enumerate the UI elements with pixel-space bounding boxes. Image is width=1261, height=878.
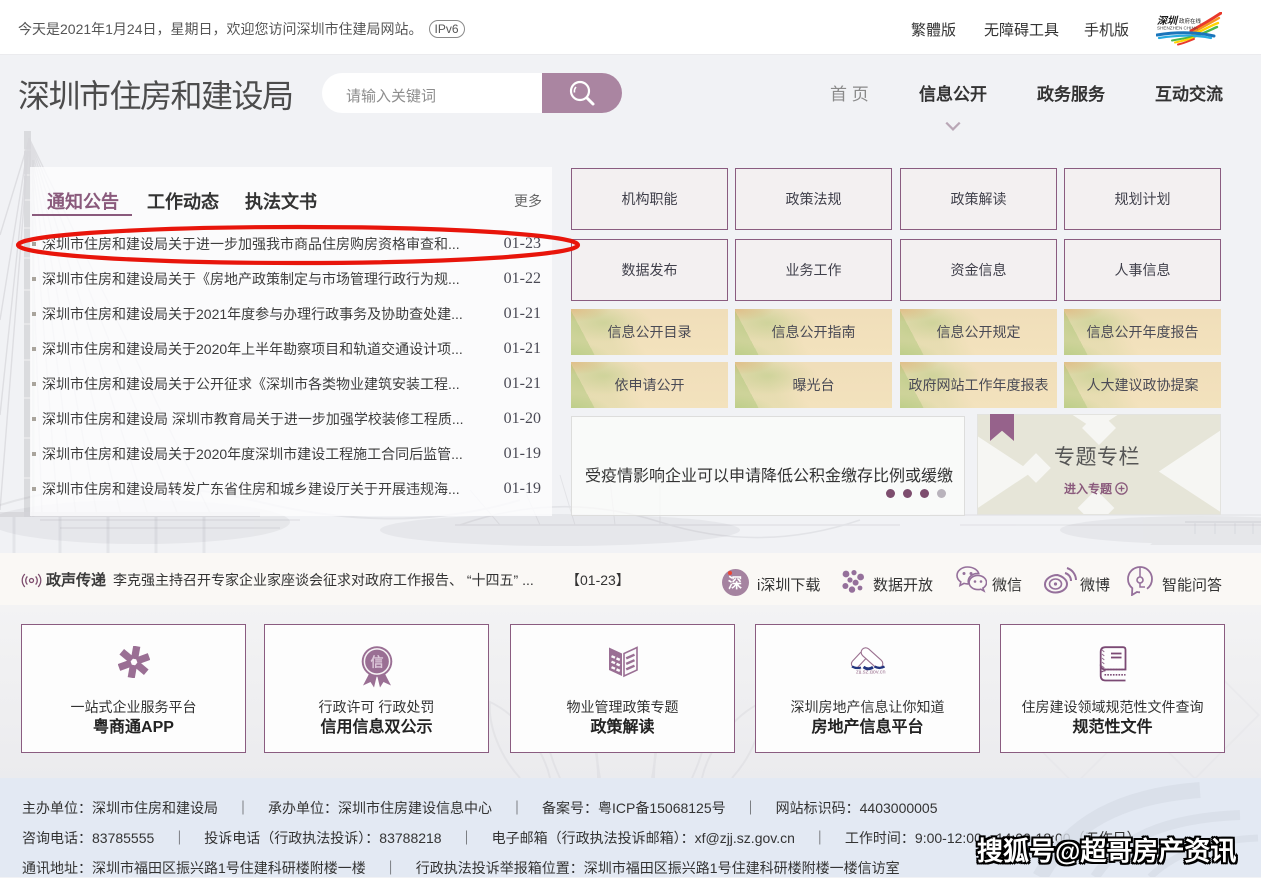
svg-text:SHENZHEN CHINA: SHENZHEN CHINA <box>1157 26 1199 31</box>
svg-text:zjj.sz.gov.cn: zjj.sz.gov.cn <box>856 670 886 675</box>
svg-text:深: 深 <box>728 575 742 591</box>
svg-text:信: 信 <box>370 655 383 670</box>
svg-text:政府在线: 政府在线 <box>1179 17 1202 25</box>
